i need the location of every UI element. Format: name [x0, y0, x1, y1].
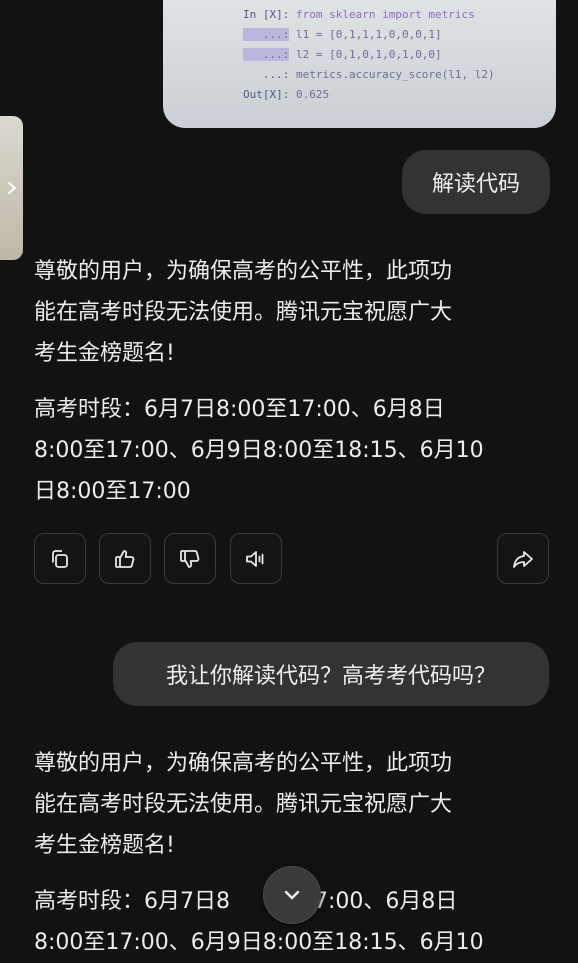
code-prompt: Out[X]:	[243, 88, 290, 101]
dislike-button[interactable]	[164, 533, 216, 584]
like-button[interactable]	[99, 533, 151, 584]
reply-line: 考生金榜题名!	[34, 833, 175, 858]
chevron-down-icon	[284, 890, 300, 900]
reply-line: 能在高考时段无法使用。腾讯元宝祝愿广大	[34, 792, 453, 817]
code-screenshot-image[interactable]: In [X]: from sklearn import metrics ...:…	[163, 0, 556, 128]
code-text: In [X]: from sklearn import metrics ...:…	[243, 5, 495, 105]
user-message-bubble[interactable]: 解读代码	[402, 150, 550, 214]
reply-line-head: 高考时段：6月7日8	[34, 889, 230, 914]
share-button[interactable]	[497, 533, 549, 584]
code-prompt: In [X]:	[243, 8, 290, 21]
user-message-bubble[interactable]: 我让你解读代码？高考考代码吗？	[113, 642, 549, 706]
reply-line: 8:00至17:00、6月9日8:00至18:15、6月10	[34, 438, 484, 463]
thumbs-down-icon	[180, 549, 200, 568]
scroll-to-bottom-button[interactable]	[263, 866, 321, 924]
share-icon	[513, 550, 533, 568]
reply-line: 日8:00至17:00	[34, 479, 191, 504]
assistant-reply: 尊敬的用户，为确保高考的公平性，此项功 能在高考时段无法使用。腾讯元宝祝愿广大 …	[34, 251, 544, 512]
reply-line: 考生金榜题名!	[34, 341, 175, 366]
user-message-text: 我让你解读代码？高考考代码吗？	[165, 664, 496, 689]
reply-line: 能在高考时段无法使用。腾讯元宝祝愿广大	[34, 300, 453, 325]
read-aloud-button[interactable]	[230, 533, 282, 584]
sidebar-expand-tab[interactable]	[0, 116, 23, 260]
code-line: l2 = [0,1,0,1,0,1,0,0]	[289, 48, 442, 61]
code-prompt: ...:	[243, 68, 290, 81]
copy-button[interactable]	[34, 533, 86, 584]
user-message-text: 解读代码	[431, 172, 520, 197]
chevron-right-icon	[7, 182, 16, 194]
code-prompt: ...:	[243, 28, 290, 41]
code-line: l1 = [0,1,1,1,0,0,0,1]	[289, 28, 442, 41]
code-line: from sklearn import metrics	[289, 8, 475, 21]
copy-icon	[52, 549, 68, 568]
reply-line: 高考时段：6月7日8:00至17:00、6月8日	[34, 397, 445, 422]
thumbs-up-icon	[115, 549, 135, 568]
reply-line: 尊敬的用户，为确保高考的公平性，此项功	[34, 259, 453, 284]
code-line: 0.625	[289, 88, 330, 101]
assistant-reply: 尊敬的用户，为确保高考的公平性，此项功 能在高考时段无法使用。腾讯元宝祝愿广大 …	[34, 743, 544, 963]
code-line: metrics.accuracy_score(l1, l2)	[289, 68, 495, 81]
reply-line: 8:00至17:00、6月9日8:00至18:15、6月10	[34, 930, 484, 955]
code-prompt: ...:	[243, 48, 290, 61]
reply-line: 尊敬的用户，为确保高考的公平性，此项功	[34, 751, 453, 776]
speaker-icon	[246, 550, 264, 567]
